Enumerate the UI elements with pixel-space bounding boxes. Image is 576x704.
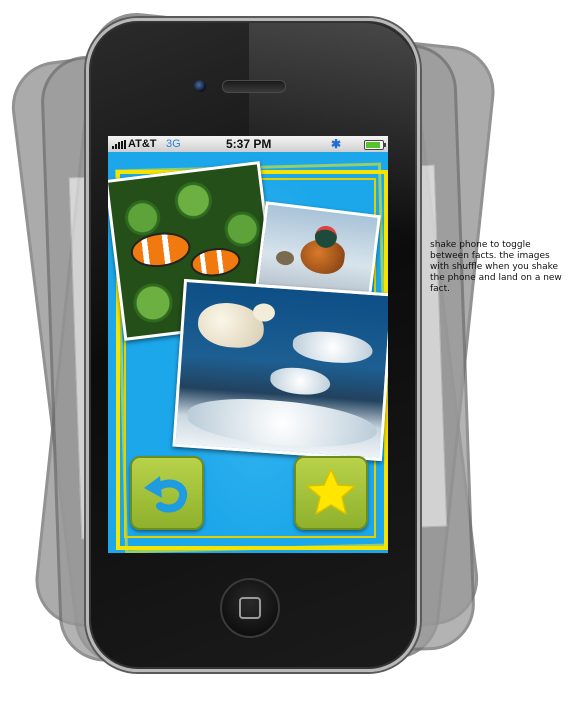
favorite-button[interactable] [294, 456, 368, 530]
bluetooth-icon: ✱ [331, 137, 342, 151]
small-duck-shape [275, 249, 295, 267]
back-button[interactable] [130, 456, 204, 530]
status-time: 5:37 PM [226, 137, 272, 151]
battery-level [366, 142, 380, 148]
home-button[interactable] [220, 578, 280, 638]
photo-polar-bear[interactable] [172, 278, 388, 462]
network-label: 3G [166, 138, 181, 150]
carrier-label: AT&T [128, 138, 157, 150]
battery-icon [364, 140, 386, 150]
status-bar: AT&T 3G 5:37 PM ✱ [108, 136, 388, 152]
undo-arrow-icon [144, 476, 188, 513]
home-square-icon [239, 597, 261, 619]
signal-icon [112, 140, 126, 149]
earpiece-speaker [222, 80, 286, 93]
star-icon [306, 468, 356, 515]
ice-floe [185, 394, 379, 452]
annotation-note: shake phone to toggle between facts. the… [430, 240, 562, 294]
front-camera [193, 79, 207, 93]
clownfish-shape [128, 229, 193, 271]
ice-floe [269, 366, 332, 397]
phone-screen: AT&T 3G 5:37 PM ✱ [108, 136, 388, 553]
ice-floe [291, 329, 374, 366]
clownfish-shape [189, 245, 243, 280]
